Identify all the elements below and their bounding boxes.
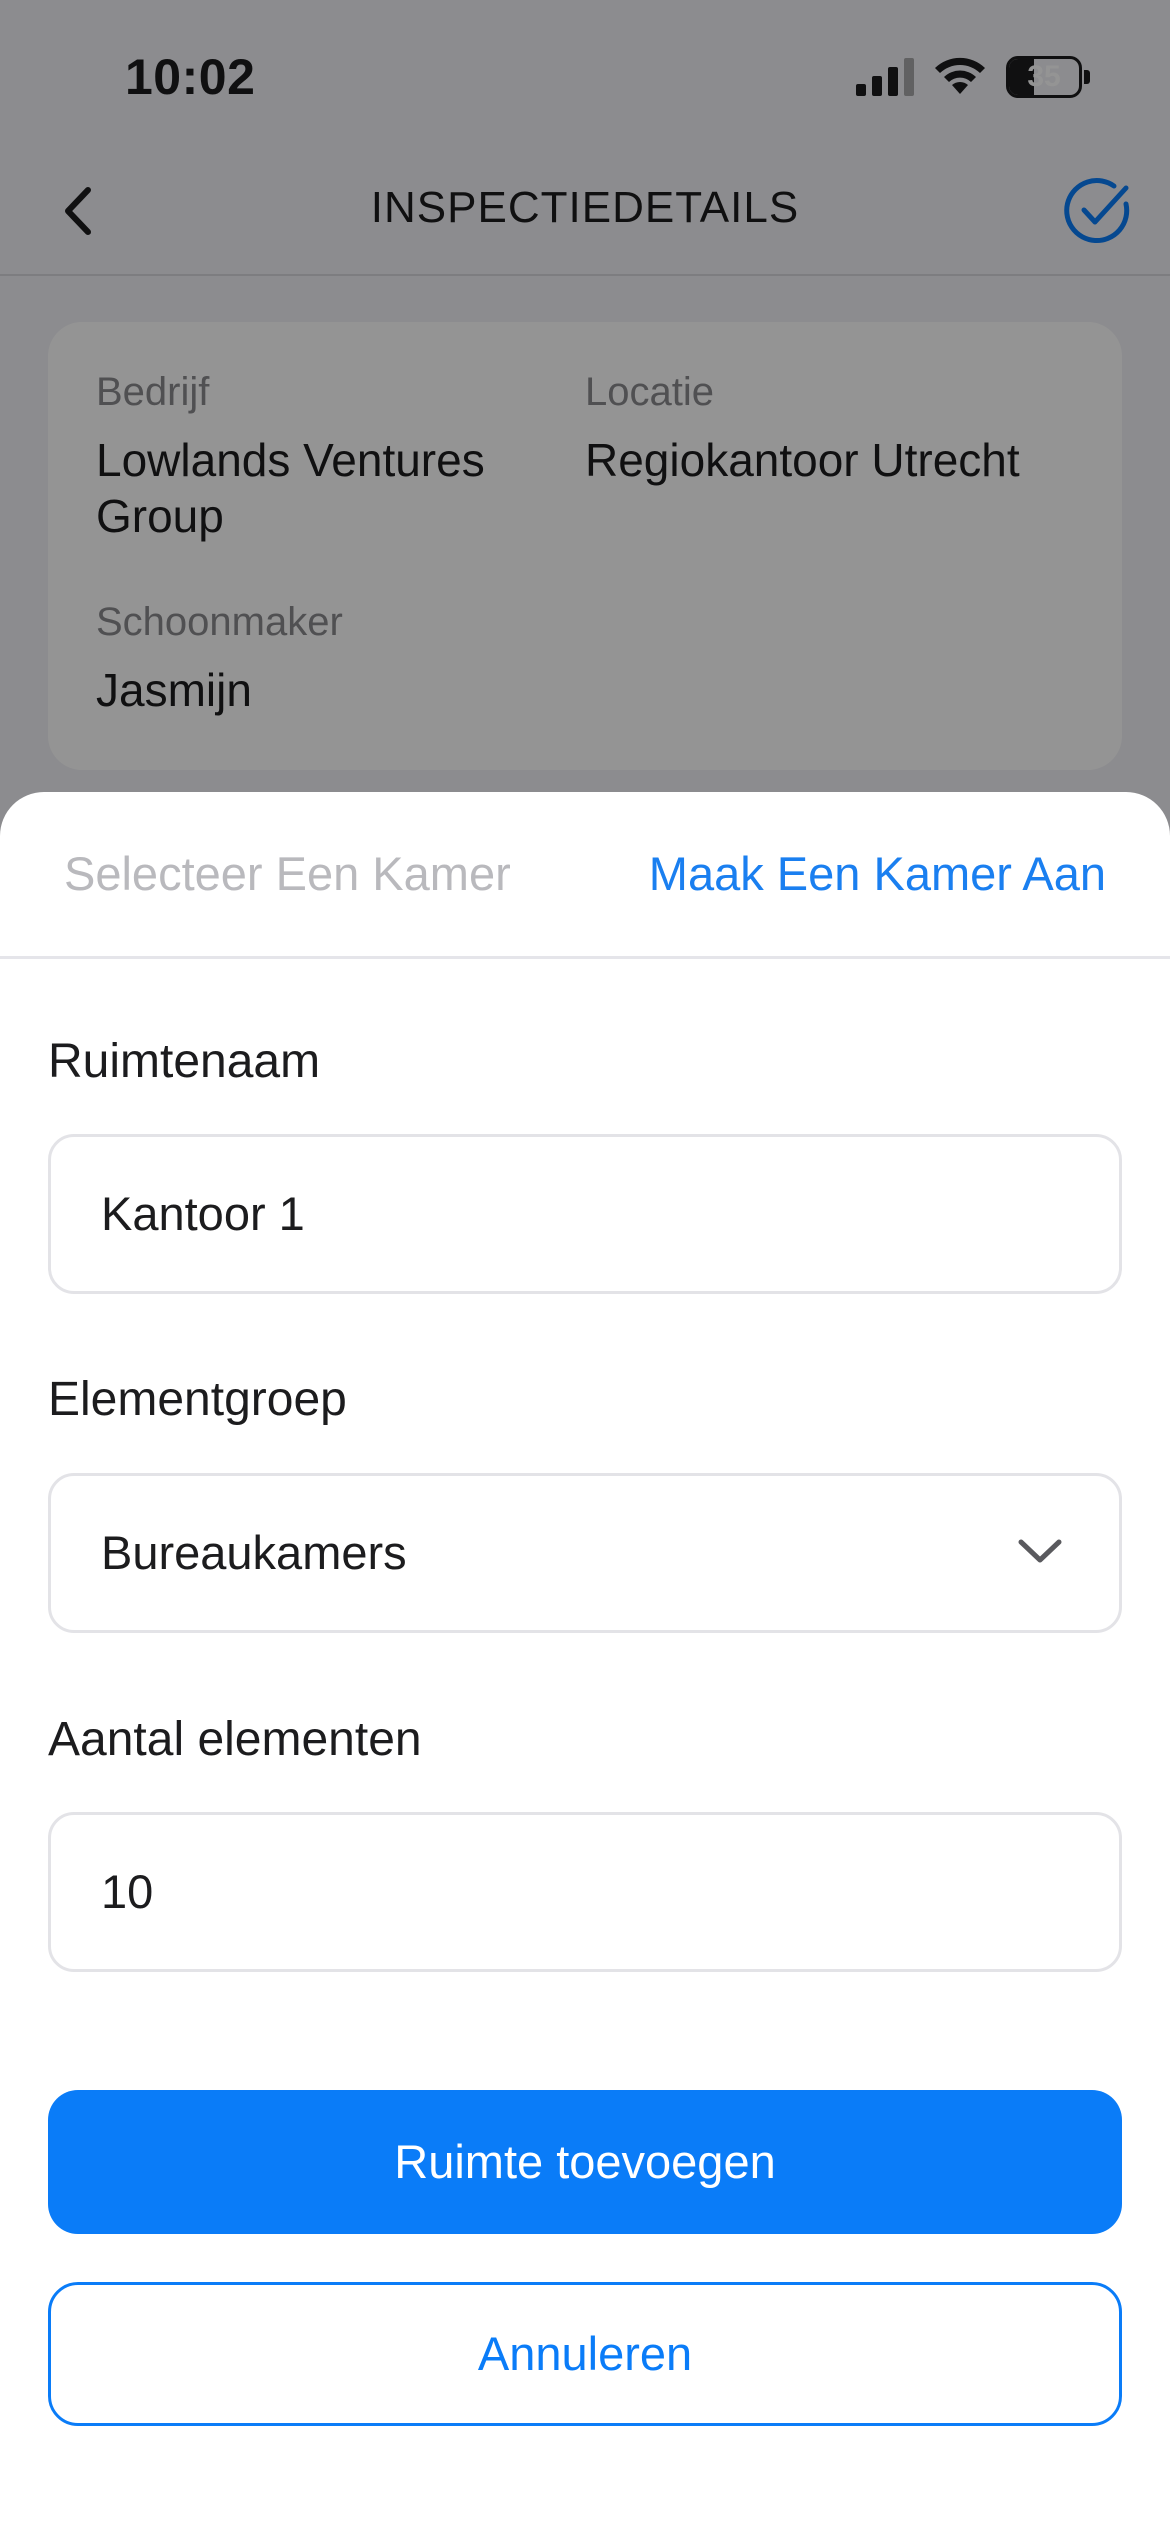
element-group-label: Elementgroep xyxy=(48,1373,347,1426)
element-count-input[interactable]: 10 xyxy=(48,1812,1122,1972)
room-name-label: Ruimtenaam xyxy=(48,1035,321,1088)
room-name-value: Kantoor 1 xyxy=(101,1187,305,1240)
chevron-down-icon xyxy=(1018,1539,1062,1563)
add-room-sheet: Selecteer Een Kamer Maak Een Kamer Aan R… xyxy=(0,792,1170,2532)
element-count-label: Aantal elementen xyxy=(48,1713,422,1766)
cancel-button[interactable]: Annuleren xyxy=(48,2282,1122,2426)
element-count-value: 10 xyxy=(101,1865,154,1918)
room-name-input[interactable]: Kantoor 1 xyxy=(48,1134,1122,1294)
add-room-button[interactable]: Ruimte toevoegen xyxy=(48,2090,1122,2234)
tab-create-room[interactable]: Maak Een Kamer Aan xyxy=(649,846,1106,901)
element-group-value: Bureaukamers xyxy=(101,1526,407,1579)
element-group-select[interactable]: Bureaukamers xyxy=(48,1473,1122,1633)
tab-select-room[interactable]: Selecteer Een Kamer xyxy=(64,846,511,901)
room-mode-tabs: Selecteer Een Kamer Maak Een Kamer Aan xyxy=(0,792,1170,959)
